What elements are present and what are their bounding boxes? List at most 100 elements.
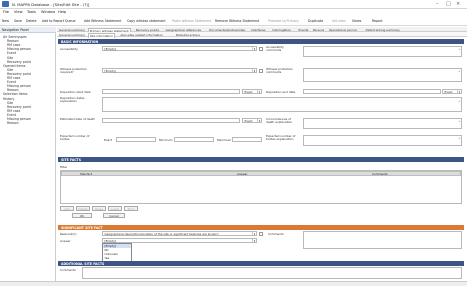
copy-witness-statement-button[interactable]: Copy witness statement (127, 19, 166, 23)
significant-comments-label: Comments (268, 232, 284, 236)
column-site-fact[interactable]: Site fact (80, 172, 92, 176)
significant-site-fact-header: SIGNIFICANT SITE FACT (58, 225, 464, 230)
bodies-maximum-label: Maximum (217, 138, 232, 142)
deposition-end-date-field[interactable] (303, 89, 441, 94)
accessibility-comments-label: Accessibility comments (266, 45, 284, 53)
chevron-down-icon: ▾ (457, 90, 461, 94)
tab-geographical-references[interactable]: Geographical references (165, 28, 202, 32)
expand-icon[interactable]: + (458, 119, 461, 123)
window-title: N. MAPPA Database - [Site/Edit Site - (?… (12, 2, 90, 7)
relevant-value: Geographical description/location of the… (104, 232, 219, 237)
deposition-start-date-field[interactable] (102, 89, 240, 94)
views-button[interactable]: Views (352, 19, 361, 23)
accessibility-comments-field[interactable] (303, 46, 462, 57)
chevron-down-icon: ▾ (252, 69, 256, 73)
relevant-checkbox[interactable] (259, 231, 263, 236)
cancel-button[interactable]: Cancel (103, 213, 125, 218)
tab-also-sites-related-information[interactable]: Also-sites related information (119, 33, 164, 37)
menu-window[interactable]: Window (41, 10, 55, 14)
add-witness-statement-button[interactable]: Add Witness Statement (84, 19, 122, 23)
remove-witness-statement-button[interactable]: Remove Witness Statement (215, 19, 259, 23)
tab-events[interactable]: Events (298, 28, 310, 32)
tab-operational-journal[interactable]: Operational journal (328, 28, 358, 32)
chevron-down-icon: ▾ (252, 232, 256, 236)
ok-button[interactable]: OK (72, 213, 92, 218)
menu-tools[interactable]: Tools (27, 10, 36, 14)
tab-general-summary[interactable]: General summary (58, 28, 86, 32)
bodies-exact-field[interactable] (116, 137, 156, 142)
tab-general-summary[interactable]: General summary (58, 33, 86, 37)
chevron-down-icon: ▾ (257, 90, 261, 94)
add-to-report-queue-button[interactable]: Add to Report Queue (42, 19, 75, 23)
deposition-dates-explanation-field[interactable] (102, 97, 462, 112)
bodies-minimum-field[interactable] (174, 137, 214, 142)
menu-bar: File View Tools Window Help (0, 9, 467, 17)
set-sites-button[interactable]: Set sites (332, 19, 346, 23)
bodies-minimum-label: Minimum (159, 138, 173, 142)
tab-documents-photos-video[interactable]: Documents/photos/video (208, 28, 246, 32)
witness-protection-value: [Empty] (104, 69, 117, 74)
menu-view[interactable]: View (14, 10, 23, 14)
significant-site-fact-title: SIGNIFICANT SITE FACT (61, 225, 103, 230)
maximize-icon[interactable]: □ (446, 1, 451, 7)
close-icon[interactable]: × (456, 1, 460, 7)
bodies-maximum-field[interactable] (232, 137, 262, 142)
tab-recovery-points[interactable]: Recovery points (135, 28, 160, 32)
tab-interfaces[interactable]: Interfaces (250, 28, 266, 32)
circumstances-of-death-label: Circumstances of death explanation (266, 117, 293, 125)
additional-comments-field[interactable] (82, 267, 462, 279)
promote-to-primary-button[interactable]: Promote to Primary (268, 19, 299, 23)
tab-persons[interactable]: Persons (312, 28, 325, 32)
report-button[interactable]: Report (372, 19, 383, 23)
duplicate-button[interactable]: Duplicate (308, 19, 323, 23)
expand-icon[interactable]: + (458, 99, 461, 103)
column-answer[interactable]: Answer (237, 172, 248, 176)
expand-icon[interactable]: + (458, 69, 461, 73)
minimize-icon[interactable]: – (436, 1, 439, 7)
save-button[interactable]: Save (14, 19, 22, 23)
deposition-end-precision-select[interactable]: Exact ▾ (442, 89, 462, 94)
circumstances-of-death-field[interactable] (303, 118, 462, 129)
title-bar: N. MAPPA Database - [Site/Edit Site - (?… (0, 0, 467, 9)
bodies-exact-label: Exact (104, 138, 113, 142)
deposition-start-precision-value: Exact (244, 90, 253, 95)
delete-button[interactable]: Delete (26, 19, 36, 23)
chevron-down-icon: ▾ (252, 47, 256, 51)
filter-label: Filter (60, 165, 68, 169)
site-fact-lower-button[interactable]: Lower (108, 206, 122, 211)
site-fact-raise-button[interactable]: Raise (92, 206, 106, 211)
expand-icon[interactable]: + (458, 136, 461, 140)
deposition-end-date-label: Deposition end date (266, 90, 296, 94)
sub-tabs: General summary Site information Also-site… (57, 32, 467, 38)
deposition-start-precision-select[interactable]: Exact ▾ (242, 89, 262, 94)
expand-icon[interactable]: + (458, 47, 461, 51)
menu-help[interactable]: Help (58, 10, 66, 14)
tab-site-information[interactable]: Site information (87, 32, 115, 38)
new-button[interactable]: New (2, 19, 9, 23)
tab-data-tracking-summary[interactable]: Data tracking summary (365, 28, 401, 32)
site-fact-print-button[interactable]: Print (124, 206, 138, 211)
menu-file[interactable]: File (3, 10, 9, 14)
paste-witness-statement-button[interactable]: Paste witness Statement (172, 19, 211, 23)
significant-comments-field[interactable] (303, 231, 462, 249)
site-fact-add-button[interactable]: Add (60, 206, 74, 211)
accessibility-checkbox[interactable] (259, 46, 263, 51)
chevron-down-icon: ▾ (257, 119, 261, 123)
tab-interrogation[interactable]: Interrogation (271, 28, 292, 32)
column-comments[interactable]: Comments (372, 172, 388, 176)
witness-protection-checkbox[interactable] (259, 68, 263, 73)
witness-protection-comments-field[interactable] (303, 68, 462, 82)
accessibility-select[interactable]: [Empty] ▾ (102, 46, 257, 51)
status-bar (0, 281, 467, 286)
witness-protection-select[interactable]: [Empty] ▾ (102, 68, 257, 73)
expected-bodies-explanation-field[interactable] (303, 135, 462, 146)
site-fact-delete-button[interactable]: Delete (76, 206, 90, 211)
estimated-date-precision-select[interactable]: Exact ▾ (242, 118, 262, 123)
sidebar-item[interactable]: Reason (7, 121, 19, 125)
accessibility-value: [Empty] (104, 47, 117, 52)
estimated-date-of-death-field[interactable] (102, 118, 240, 123)
relevant-select[interactable]: Geographical description/location of the… (102, 231, 257, 236)
tab-potential-actions[interactable]: Potential actions (175, 33, 201, 37)
answer-label: Answer (60, 239, 71, 243)
accessibility-label: Accessibility (60, 47, 78, 51)
